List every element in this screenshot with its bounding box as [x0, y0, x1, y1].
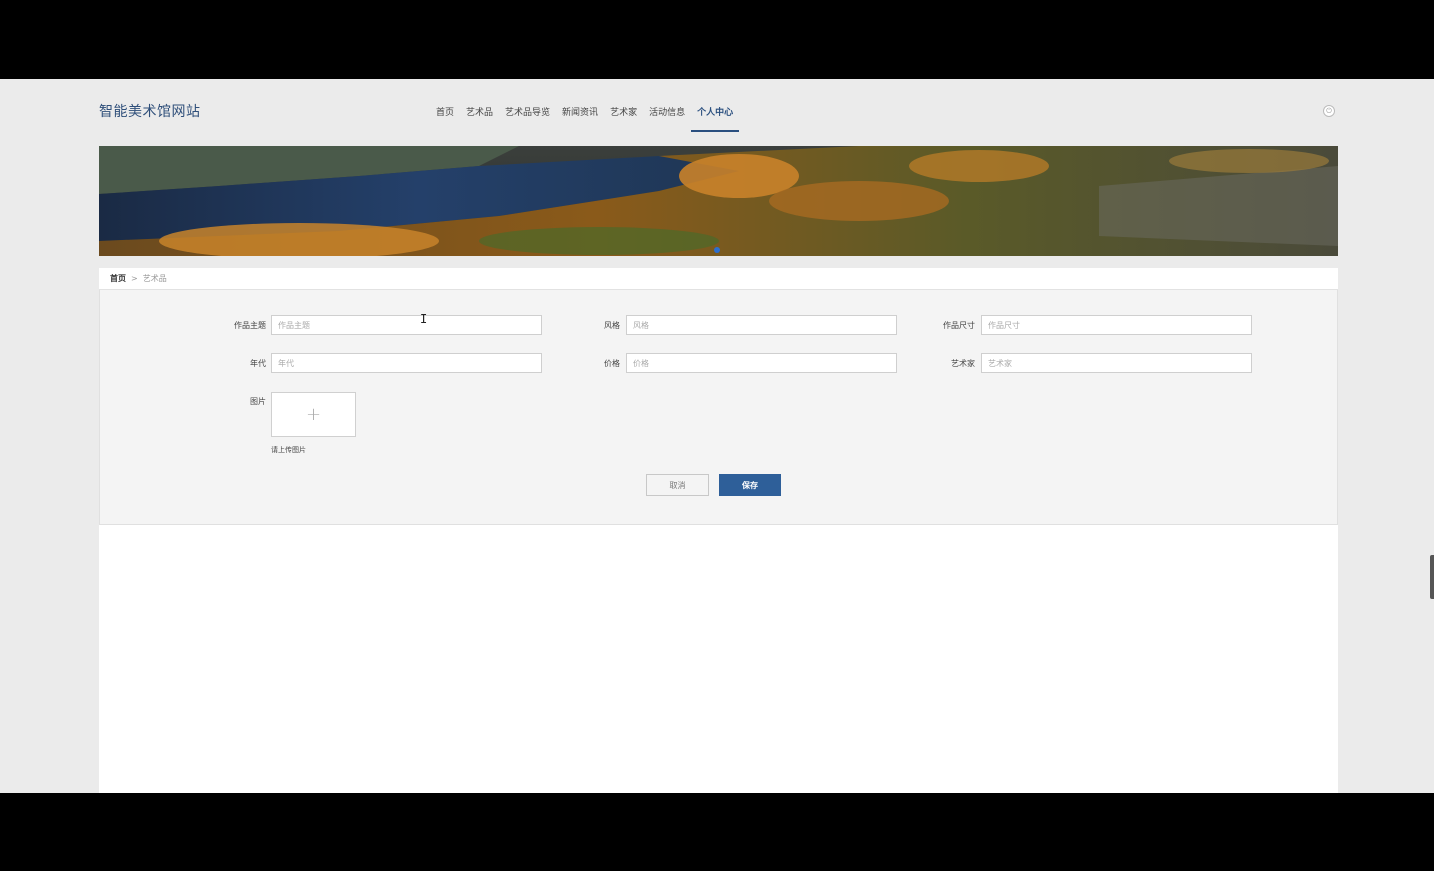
letterbox-top: [0, 0, 1434, 79]
nav-item-events[interactable]: 活动信息: [643, 103, 691, 132]
content-area: [99, 525, 1338, 793]
style-input[interactable]: [626, 315, 897, 335]
breadcrumb-current: 艺术品: [142, 274, 167, 283]
text-cursor-icon: I: [420, 312, 428, 326]
field-label-price: 价格: [604, 359, 620, 368]
site-title[interactable]: 智能美术馆网站: [99, 101, 201, 121]
field-label-style: 风格: [604, 321, 620, 330]
artist-input[interactable]: [981, 353, 1252, 373]
power-icon[interactable]: ⏻: [1323, 105, 1335, 117]
carousel-indicator-dot[interactable]: [714, 247, 720, 253]
field-label-size: 作品尺寸: [943, 321, 975, 330]
browser-viewport: 智能美术馆网站 首页 艺术品 艺术品导览 新闻资讯 艺术家 活动信息 个人中心 …: [0, 79, 1434, 793]
nav-item-artworks[interactable]: 艺术品: [460, 103, 499, 132]
cancel-button[interactable]: 取消: [646, 474, 709, 496]
save-button[interactable]: 保存: [719, 474, 781, 496]
field-label-era: 年代: [250, 359, 266, 368]
breadcrumb-home[interactable]: 首页: [110, 273, 126, 284]
theme-input[interactable]: [271, 315, 542, 335]
banner-carousel: [99, 146, 1338, 256]
breadcrumb: 首页 > 艺术品: [99, 268, 1338, 290]
nav-item-artists[interactable]: 艺术家: [604, 103, 643, 132]
nav-item-news[interactable]: 新闻资讯: [556, 103, 604, 132]
field-label-image: 图片: [250, 397, 266, 406]
price-input[interactable]: [626, 353, 897, 373]
side-scroll-tab[interactable]: [1430, 555, 1434, 599]
field-label-theme: 作品主题: [234, 321, 266, 330]
field-label-artist: 艺术家: [951, 359, 975, 368]
plus-icon: +: [305, 404, 322, 425]
breadcrumb-separator: >: [131, 274, 138, 283]
upload-hint: 请上传图片: [271, 446, 306, 454]
nav-item-home[interactable]: 首页: [430, 103, 460, 132]
image-upload-button[interactable]: +: [271, 392, 356, 437]
main-nav: 首页 艺术品 艺术品导览 新闻资讯 艺术家 活动信息 个人中心: [430, 103, 740, 132]
artwork-form: 作品主题 风格 作品尺寸 年代 价格 艺术家 图片 + 请上传图片 取消 保存 …: [99, 290, 1338, 525]
nav-item-art-guide[interactable]: 艺术品导览: [499, 103, 556, 132]
site-header: 智能美术馆网站 首页 艺术品 艺术品导览 新闻资讯 艺术家 活动信息 个人中心 …: [0, 79, 1434, 145]
letterbox-bottom: [0, 793, 1434, 871]
size-input[interactable]: [981, 315, 1252, 335]
era-input[interactable]: [271, 353, 542, 373]
nav-item-personal-center[interactable]: 个人中心: [691, 103, 740, 132]
banner-landscape-image: [99, 146, 1338, 256]
